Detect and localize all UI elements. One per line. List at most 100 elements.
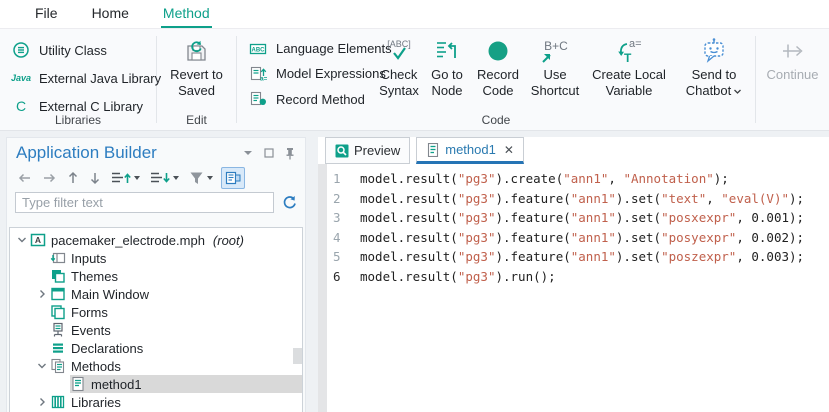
check-syntax-icon: [ABC] <box>382 37 416 65</box>
tab-method[interactable]: Method <box>161 0 212 28</box>
tree-item-label: Main Window <box>71 287 149 302</box>
tree-item-content[interactable]: Inputs <box>50 249 302 267</box>
tree-item-content[interactable]: Events <box>50 321 302 339</box>
svg-text:ABC: ABC <box>252 47 266 53</box>
send-to-chatbot-icon <box>700 37 728 65</box>
chevron-down-icon[interactable] <box>14 234 30 246</box>
tree-item-themes[interactable]: Themes <box>10 267 302 285</box>
tree-item-content[interactable]: Forms <box>50 303 302 321</box>
code-text[interactable]: model.result("pg3").create("ann1", "Anno… <box>360 169 829 286</box>
check-syntax-button[interactable]: [ABC] Check Syntax <box>375 29 423 99</box>
chevron-right-icon[interactable] <box>34 396 50 408</box>
app-tree: Apacemaker_electrode.mph(root)Inputs Them… <box>9 227 303 412</box>
filter-button[interactable] <box>187 168 215 188</box>
line-number: 2 <box>333 189 357 209</box>
chevron-down-icon <box>207 176 213 180</box>
refresh-icon[interactable] <box>282 195 297 210</box>
code-line[interactable]: model.result("pg3").feature("ann1").set(… <box>360 247 829 267</box>
create-local-variable-button[interactable]: a=T Create Local Variable <box>585 29 673 99</box>
record-method-button[interactable]: Record Method <box>237 87 375 112</box>
tree-item-content[interactable]: Libraries <box>50 393 302 411</box>
go-to-node-icon <box>434 37 460 65</box>
move-down-button[interactable] <box>87 168 103 188</box>
code-line[interactable]: model.result("pg3").create("ann1", "Anno… <box>360 169 829 189</box>
chevron-down-icon[interactable] <box>34 360 50 372</box>
tree-item-content[interactable]: Main Window <box>50 285 302 303</box>
continue-button[interactable]: Continue <box>756 29 829 83</box>
utility-class-icon <box>11 41 31 59</box>
forward-button[interactable] <box>40 168 59 188</box>
tree-item-libraries[interactable]: Libraries <box>10 393 302 411</box>
model-expressions-label: Model Expressions <box>276 66 386 81</box>
move-up-button[interactable] <box>65 168 81 188</box>
panel-pin-icon[interactable] <box>285 147 295 160</box>
line-number: 4 <box>333 228 357 248</box>
create-local-variable-label: Create Local Variable <box>588 67 670 99</box>
tree-item-method1[interactable]: method1 <box>10 375 302 393</box>
record-code-icon <box>487 37 509 65</box>
external-java-library-button[interactable]: Java External Java Library <box>0 64 156 92</box>
language-elements-button[interactable]: ABC Language Elements <box>237 36 375 61</box>
tree-item-label: Events <box>71 323 111 338</box>
use-shortcut-button[interactable]: B+C Use Shortcut <box>525 29 585 99</box>
tab-home[interactable]: Home <box>90 0 131 28</box>
revert-to-saved-label: Revert to Saved <box>168 67 226 99</box>
code-area[interactable]: 123456 model.result("pg3").create("ann1"… <box>318 164 829 412</box>
code-line[interactable]: model.result("pg3").feature("ann1").set(… <box>360 228 829 248</box>
tree-item-label: Methods <box>71 359 121 374</box>
tree-item-pacemaker-electrode-mph[interactable]: Apacemaker_electrode.mph(root) <box>10 231 302 249</box>
close-icon[interactable]: ✕ <box>504 143 514 157</box>
panel-menu-chevron-icon[interactable] <box>243 149 253 157</box>
tree-item-methods[interactable]: Methods <box>10 357 302 375</box>
tree-item-content[interactable]: Themes <box>50 267 302 285</box>
send-to-chatbot-button[interactable]: Send to Chatbot <box>673 29 755 99</box>
record-code-label: Record Code <box>473 67 523 99</box>
go-to-node-button[interactable]: Go to Node <box>423 29 471 99</box>
utility-class-button[interactable]: Utility Class <box>0 36 156 64</box>
external-java-library-label: External Java Library <box>39 71 161 86</box>
chevron-right-icon[interactable] <box>34 288 50 300</box>
back-button[interactable] <box>15 168 34 188</box>
tree-item-content[interactable]: Declarations <box>50 339 302 357</box>
tree-scrollbar-thumb[interactable] <box>293 348 302 364</box>
use-shortcut-label: Use Shortcut <box>527 67 583 99</box>
move-node-down-button[interactable] <box>148 168 181 188</box>
record-code-button[interactable]: Record Code <box>471 29 525 99</box>
revert-to-saved-button[interactable]: Revert to Saved <box>157 29 236 99</box>
tree-item-main-window[interactable]: Main Window <box>10 285 302 303</box>
c-icon: C <box>11 98 31 114</box>
chevron-down-icon <box>733 88 742 95</box>
tree-item-suffix: (root) <box>213 233 244 248</box>
tree-item-selected[interactable]: method1 <box>70 375 302 393</box>
utility-class-label: Utility Class <box>39 43 107 58</box>
check-syntax-label: Check Syntax <box>376 67 422 99</box>
filter-row <box>7 190 305 217</box>
tree-item-forms[interactable]: Forms <box>10 303 302 321</box>
editor-gutter-strip <box>318 164 327 412</box>
ribbon: Utility Class Java External Java Library… <box>0 28 829 131</box>
declarations-icon <box>50 340 66 356</box>
tab-preview[interactable]: Preview <box>325 137 410 164</box>
move-node-up-button[interactable] <box>109 168 142 188</box>
tree-item-inputs[interactable]: Inputs <box>10 249 302 267</box>
svg-text:[ABC]: [ABC] <box>387 39 411 49</box>
model-expressions-icon: a= <box>248 66 268 82</box>
code-line[interactable]: model.result("pg3").run(); <box>360 267 829 287</box>
tree-item-declarations[interactable]: Declarations <box>10 339 302 357</box>
panel-title: Application Builder <box>16 143 243 163</box>
tab-method1[interactable]: method1 ✕ <box>416 137 524 164</box>
java-icon: Java <box>11 73 31 83</box>
svg-text:a=: a= <box>260 75 267 82</box>
panel-float-icon[interactable] <box>264 148 274 158</box>
code-line[interactable]: model.result("pg3").feature("ann1").set(… <box>360 208 829 228</box>
tree-item-content[interactable]: Methods <box>50 357 302 375</box>
tab-file[interactable]: File <box>33 0 60 28</box>
model-expressions-button[interactable]: a= Model Expressions <box>237 61 375 86</box>
tree-item-events[interactable]: Events <box>10 321 302 339</box>
editor-tools-toggle-button[interactable] <box>221 167 245 189</box>
tree-item-content[interactable]: Apacemaker_electrode.mph(root) <box>30 231 302 249</box>
use-shortcut-icon: B+C <box>537 37 573 65</box>
tree-item-label: Themes <box>71 269 118 284</box>
filter-input[interactable] <box>15 192 274 213</box>
code-line[interactable]: model.result("pg3").feature("ann1").set(… <box>360 189 829 209</box>
